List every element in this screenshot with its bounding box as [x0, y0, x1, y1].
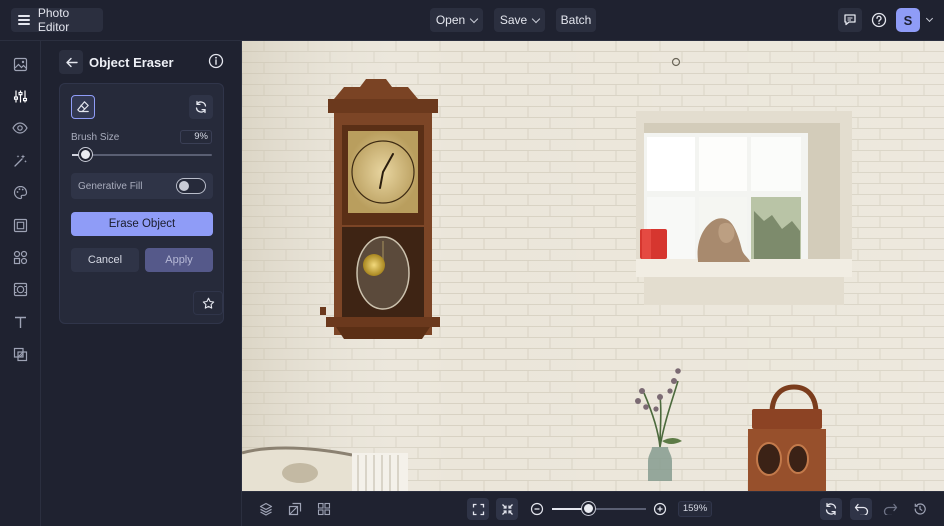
generative-fill-toggle[interactable]	[176, 178, 206, 194]
main-menu-button[interactable]: Photo Editor	[11, 6, 103, 34]
chevron-down-icon	[469, 14, 479, 23]
help-icon	[871, 12, 887, 28]
redo-icon	[883, 503, 897, 515]
grid-button[interactable]	[313, 498, 335, 520]
tool-rail	[0, 41, 41, 526]
info-icon	[208, 53, 224, 69]
account-menu-button[interactable]	[922, 8, 936, 32]
hamburger-icon	[18, 15, 30, 25]
layers-button[interactable]	[255, 498, 277, 520]
history-button[interactable]	[909, 498, 931, 520]
zoom-slider[interactable]	[552, 502, 646, 515]
reset-button[interactable]	[189, 95, 213, 119]
zoom-in-button[interactable]	[649, 498, 671, 520]
undo-icon	[854, 503, 868, 515]
brush-size-input[interactable]: 9%	[180, 130, 212, 144]
info-button[interactable]	[208, 53, 224, 69]
magic-wand-icon	[13, 154, 27, 167]
redo-button[interactable]	[879, 498, 901, 520]
brush-size-label: Brush Size	[71, 132, 120, 143]
help-button[interactable]	[867, 8, 891, 32]
chevron-down-icon	[925, 14, 933, 23]
bottom-toolbar: 159%	[242, 491, 944, 526]
zoom-slider-thumb[interactable]	[582, 502, 595, 515]
photo-canvas[interactable]	[242, 41, 944, 491]
brush-size-slider-thumb[interactable]	[79, 148, 92, 161]
rail-item-frames[interactable]	[11, 216, 29, 234]
eye-icon	[12, 122, 28, 134]
brush-size-slider[interactable]	[72, 148, 212, 161]
image-icon	[13, 57, 27, 71]
apply-button[interactable]: Apply	[145, 248, 213, 272]
erase-object-button[interactable]: Erase Object	[71, 212, 213, 236]
layers-icon	[259, 502, 273, 516]
rail-item-text[interactable]	[11, 313, 29, 331]
open-label: Open	[435, 13, 466, 27]
rail-item-adjust[interactable]	[11, 87, 29, 105]
rail-item-graphics[interactable]	[11, 248, 29, 266]
rail-item-textures[interactable]	[11, 345, 29, 363]
photo-image	[242, 41, 944, 491]
overlay-icon	[13, 282, 27, 296]
fit-to-screen-button[interactable]	[467, 498, 489, 520]
zoom-level-input[interactable]: 159%	[678, 501, 712, 517]
save-label: Save	[499, 13, 528, 27]
generative-fill-row: Generative Fill	[71, 173, 213, 199]
undo-button[interactable]	[850, 498, 872, 520]
batch-button[interactable]: Batch	[556, 8, 596, 32]
expand-icon	[472, 503, 484, 515]
cancel-button[interactable]: Cancel	[71, 248, 139, 272]
rail-item-view[interactable]	[11, 119, 29, 137]
user-avatar[interactable]: S	[896, 8, 920, 32]
generative-fill-label: Generative Fill	[78, 181, 143, 192]
zoom-out-icon	[530, 502, 544, 516]
eraser-icon	[77, 101, 89, 113]
app-title: Photo Editor	[37, 6, 70, 34]
comment-icon	[844, 14, 856, 26]
actual-size-button[interactable]	[496, 498, 518, 520]
zoom-in-icon	[653, 502, 667, 516]
favorite-button[interactable]	[193, 291, 223, 315]
texture-icon	[13, 347, 27, 361]
rail-item-artsy[interactable]	[11, 183, 29, 201]
palette-icon	[13, 185, 27, 199]
rail-item-overlays[interactable]	[11, 280, 29, 298]
batch-label: Batch	[560, 13, 592, 27]
generative-fill-toggle-knob	[179, 181, 189, 191]
adjust-sliders-icon	[13, 90, 27, 102]
open-menu-button[interactable]: Open	[430, 8, 483, 32]
photo-editor-app: Photo Editor Open Save Batch S Object Er…	[0, 0, 944, 526]
object-eraser-panel: Object Eraser Brush Size 9% Generative F…	[41, 41, 242, 526]
refresh-icon	[195, 100, 207, 114]
compare-button[interactable]	[284, 498, 306, 520]
shapes-icon	[13, 250, 27, 264]
comments-button[interactable]	[838, 8, 862, 32]
reset-image-button[interactable]	[820, 498, 842, 520]
chevron-down-icon	[531, 14, 541, 23]
arrow-left-icon	[65, 57, 78, 67]
grid-icon	[317, 502, 331, 516]
panel-title: Object Eraser	[89, 55, 174, 70]
compare-icon	[288, 502, 302, 516]
star-icon	[202, 297, 214, 309]
eraser-settings-card: Brush Size 9% Generative Fill Erase Obje…	[59, 83, 224, 324]
frame-icon	[13, 218, 27, 232]
text-icon	[14, 316, 26, 328]
rail-item-image[interactable]	[11, 55, 29, 73]
save-menu-button[interactable]: Save	[494, 8, 545, 32]
rail-item-effects[interactable]	[11, 151, 29, 169]
back-button[interactable]	[59, 50, 83, 74]
eraser-tool-button[interactable]	[71, 95, 95, 119]
zoom-out-button[interactable]	[526, 498, 548, 520]
collapse-icon	[501, 503, 513, 515]
refresh-icon	[825, 502, 837, 516]
top-bar: Photo Editor Open Save Batch S	[0, 0, 944, 41]
history-icon	[914, 503, 926, 515]
